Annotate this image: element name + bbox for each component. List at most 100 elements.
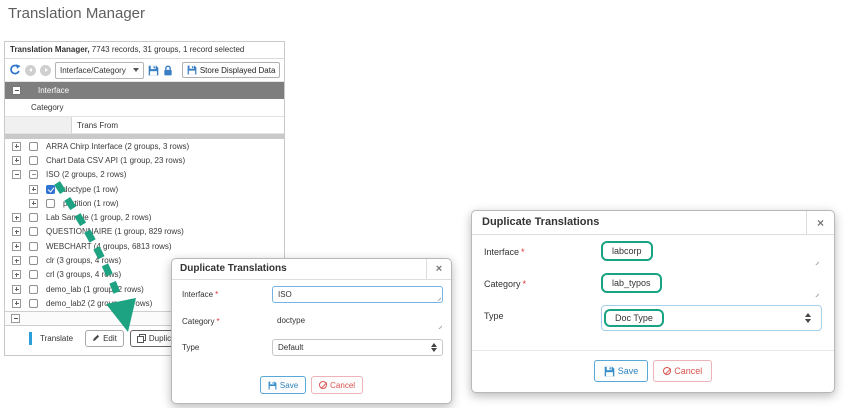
panel-toolbar: Interface/Category xyxy=(5,59,284,82)
save-button-label: Save xyxy=(618,366,639,376)
tree-row-doctype[interactable]: doctype (1 row) xyxy=(5,182,284,196)
save-icon[interactable] xyxy=(148,65,159,76)
collapse-icon[interactable] xyxy=(11,314,20,323)
interface-field-label: Interface* xyxy=(484,241,601,267)
interface-input-value: ISO xyxy=(278,290,292,299)
expand-icon[interactable] xyxy=(12,242,21,251)
row-checkbox[interactable] xyxy=(29,242,38,251)
tree-row-label: doctype (1 row) xyxy=(63,185,118,194)
row-checkbox[interactable] xyxy=(29,156,38,165)
tree-row-questionnaire[interactable]: QUESTIONNAIRE (1 group, 829 rows) xyxy=(5,225,284,239)
column-header-trans-from: Trans From xyxy=(5,117,284,134)
category-field-row: Category* doctype xyxy=(182,313,443,330)
expand-icon[interactable] xyxy=(12,256,21,265)
interface-field-row: Interface* labcorp xyxy=(484,241,822,267)
panel-summary-title: Translation Manager, xyxy=(10,45,90,54)
expand-icon[interactable] xyxy=(12,299,21,308)
expand-icon[interactable] xyxy=(12,142,21,151)
tree-row-iso[interactable]: ISO (2 groups, 2 rows) xyxy=(5,168,284,182)
collapse-icon[interactable] xyxy=(12,170,21,179)
category-input[interactable]: lab_typos xyxy=(601,273,822,299)
pencil-icon xyxy=(92,334,100,342)
panel-summary-counts: 7743 records, 31 groups, 1 record select… xyxy=(90,45,245,54)
required-asterisk: * xyxy=(523,279,527,289)
tree-row-label: Lab Sample (1 group, 2 rows) xyxy=(46,213,151,222)
row-checkbox[interactable] xyxy=(29,256,38,265)
resize-handle-icon[interactable] xyxy=(435,295,441,301)
store-displayed-data-button[interactable]: Store Displayed Data xyxy=(182,62,281,78)
category-input[interactable]: doctype xyxy=(272,313,443,330)
duplicate-translations-dialog-large: Duplicate Translations × Interface* labc… xyxy=(471,210,835,393)
save-button[interactable]: Save xyxy=(594,360,649,382)
updown-arrows-icon xyxy=(805,313,811,323)
row-checkbox[interactable] xyxy=(29,299,38,308)
category-input-value: lab_typos xyxy=(612,278,651,288)
translation-manager-screen: Translation Manager Translation Manager,… xyxy=(0,0,860,408)
view-mode-value: Interface/Category xyxy=(60,66,126,75)
row-checkbox[interactable] xyxy=(29,227,38,236)
column-header-category-label: Category xyxy=(31,103,63,112)
row-checkbox[interactable] xyxy=(29,213,38,222)
lock-icon[interactable] xyxy=(163,65,173,76)
expand-icon[interactable] xyxy=(12,270,21,279)
row-checkbox[interactable] xyxy=(29,270,38,279)
save-button[interactable]: Save xyxy=(260,376,306,394)
expand-icon[interactable] xyxy=(12,227,21,236)
copy-icon xyxy=(137,334,146,343)
translate-tab[interactable]: Translate xyxy=(29,332,79,345)
duplicate-translations-dialog-small: Duplicate Translations × Interface* ISO … xyxy=(171,258,452,404)
row-checkbox-checked[interactable] xyxy=(46,185,55,194)
interface-input[interactable]: ISO xyxy=(272,286,443,303)
interface-input[interactable]: labcorp xyxy=(601,241,822,267)
dialog-header: Duplicate Translations × xyxy=(172,259,451,280)
collapse-all-icon[interactable] xyxy=(12,86,21,95)
tree-row-webchart[interactable]: WEBCHART (4 groups, 6813 rows) xyxy=(5,239,284,253)
tree-row-partition[interactable]: partition (1 row) xyxy=(5,196,284,210)
edit-button[interactable]: Edit xyxy=(85,330,124,347)
field-label-text: Category xyxy=(484,279,521,289)
resize-handle-icon[interactable] xyxy=(813,291,819,297)
page-title: Translation Manager xyxy=(8,5,145,22)
expand-icon[interactable] xyxy=(29,199,38,208)
row-checkbox-indeterminate[interactable] xyxy=(29,170,38,179)
tree-row-label: WEBCHART (4 groups, 6813 rows) xyxy=(46,242,172,251)
expand-icon[interactable] xyxy=(12,156,21,165)
tree-row-label: QUESTIONNAIRE (1 group, 829 rows) xyxy=(46,227,184,236)
dialog-title: Duplicate Translations xyxy=(472,211,806,234)
expand-icon[interactable] xyxy=(29,185,38,194)
tree-row-label: ISO (2 groups, 2 rows) xyxy=(46,170,126,179)
expand-icon[interactable] xyxy=(12,285,21,294)
tree-row-lab-sample[interactable]: Lab Sample (1 group, 2 rows) xyxy=(5,210,284,224)
type-select[interactable]: Default xyxy=(272,339,443,356)
translate-tab-label: Translate xyxy=(40,334,73,343)
field-label-text: Type xyxy=(182,343,199,352)
save-icon xyxy=(604,366,615,377)
annotation-highlight: Doc Type xyxy=(604,309,664,327)
resize-handle-icon[interactable] xyxy=(436,323,442,329)
expand-icon[interactable] xyxy=(12,213,21,222)
cancel-button-label: Cancel xyxy=(674,366,702,376)
type-select-value: Default xyxy=(278,343,303,352)
tree-row-chart-data-csv[interactable]: Chart Data CSV API (1 group, 23 rows) xyxy=(5,153,284,167)
field-label-text: Interface xyxy=(182,290,213,299)
row-checkbox[interactable] xyxy=(29,142,38,151)
dialog-title: Duplicate Translations xyxy=(172,259,426,279)
row-checkbox[interactable] xyxy=(46,199,55,208)
close-icon[interactable]: × xyxy=(426,259,451,279)
tree-row-label: crl (3 groups, 4 rows) xyxy=(46,270,121,279)
cancel-button[interactable]: Cancel xyxy=(653,360,712,382)
cancel-button[interactable]: Cancel xyxy=(311,376,363,394)
required-asterisk: * xyxy=(215,290,218,299)
row-checkbox[interactable] xyxy=(29,285,38,294)
close-icon[interactable]: × xyxy=(806,211,834,234)
nav-next-icon[interactable] xyxy=(40,65,51,76)
view-mode-select[interactable]: Interface/Category xyxy=(55,62,144,79)
chevron-left-icon xyxy=(29,68,32,72)
refresh-icon[interactable] xyxy=(9,64,21,76)
resize-handle-icon[interactable] xyxy=(813,259,819,265)
dialog-header: Duplicate Translations × xyxy=(472,211,834,235)
nav-prev-icon[interactable] xyxy=(25,65,36,76)
type-select[interactable]: Doc Type xyxy=(601,305,822,331)
tree-row-arra-chirp[interactable]: ARRA Chirp Interface (2 groups, 3 rows) xyxy=(5,139,284,153)
column-header-category: Category xyxy=(5,99,284,117)
